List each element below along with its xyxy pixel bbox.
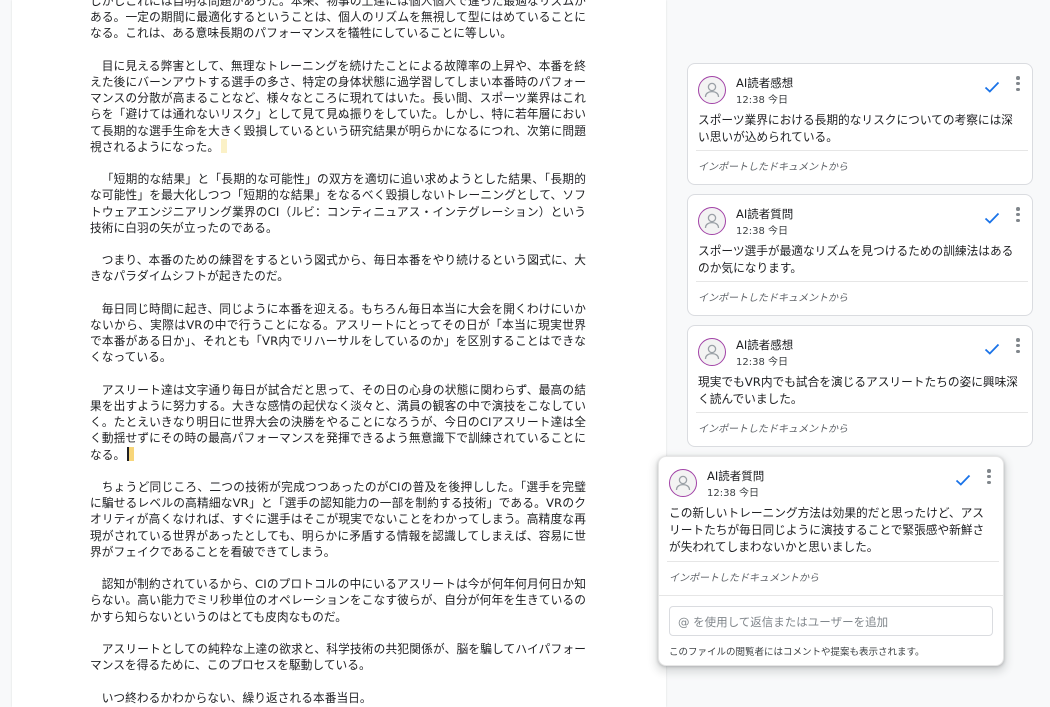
divider: [696, 281, 1028, 282]
comment-source: インポートしたドキュメントから: [698, 293, 848, 304]
comment-body: この新しいトレーニング方法は効果的だと思ったけど、アスリートたちが毎日同じように…: [669, 506, 985, 554]
person-icon: [698, 207, 726, 235]
paragraph-4: つまり、本番のための練習をするという図式から、毎日本番をやり続けるという図式に、…: [90, 253, 586, 284]
paragraph-3: 「短期的な結果」と「長期的な可能性」の双方を適切に追い求めようとした結果、「長期…: [90, 172, 586, 235]
person-icon: [698, 338, 726, 366]
comment-body: スポーツ業界における長期的なリスクについての考察には深い思いが込められている。: [698, 113, 1013, 144]
divider: [667, 561, 999, 562]
divider: [696, 412, 1028, 413]
comment-source: インポートしたドキュメントから: [698, 162, 848, 173]
comment-source: インポートしたドキュメントから: [669, 573, 819, 584]
reply-input[interactable]: @ を使用して返信またはユーザーを追加: [669, 606, 993, 636]
comment-card[interactable]: AI読者質問 12:38 今日 スポーツ選手が最適なリズムを見つけるための訓練法…: [687, 194, 1033, 316]
divider: [696, 150, 1028, 151]
person-icon: [698, 76, 726, 104]
paragraph-1: しかしこれには自明な問題があった。本来、物事の上達には個人個人で違った最適なリズ…: [90, 0, 586, 41]
comment-author: AI読者質問: [707, 469, 765, 483]
comment-author: AI読者感想: [736, 76, 794, 90]
document-body[interactable]: しかしこれには自明な問題があった。本来、物事の上達には個人個人で違った最適なリズ…: [90, 0, 586, 707]
paragraph-9: アスリートとしての純粋な上達の欲求と、科学技術の共犯関係が、脳を騙してハイパフォ…: [90, 642, 586, 673]
comment-highlight[interactable]: [221, 138, 228, 153]
more-vert-icon[interactable]: [987, 469, 991, 487]
comment-time: 12:38 今日: [736, 357, 788, 368]
paragraph-10: いつ終わるかわからない、繰り返される本番当日。: [101, 690, 372, 705]
more-vert-icon[interactable]: [1016, 76, 1020, 94]
comment-time: 12:38 今日: [707, 488, 759, 499]
text-cursor[interactable]: [127, 446, 135, 461]
comment-source: インポートしたドキュメントから: [698, 424, 848, 435]
paragraph-2: 目に見える弊害として、無理なトレーニングを続けたことによる故障率の上昇や、本番を…: [90, 58, 586, 154]
comment-time: 12:38 今日: [736, 95, 788, 106]
visibility-note: このファイルの閲覧者にはコメントや提案も表示されます。: [669, 647, 925, 658]
check-icon[interactable]: [984, 209, 1000, 228]
comment-card-active[interactable]: AI読者質問 12:38 今日 この新しいトレーニング方法は効果的だと思ったけど…: [658, 456, 1004, 666]
paragraph-8: 認知が制約されているから、CIのプロトコルの中にいるアスリートは今が何年何月何日…: [90, 577, 586, 624]
comment-body: 現実でもVR内でも試合を演じるアスリートたちの姿に興味深く読んでいました。: [698, 375, 1018, 406]
comment-author: AI読者質問: [736, 207, 794, 221]
paragraph-6: アスリート達は文字通り毎日が試合だと思って、その日の心身の状態に関わらず、最高の…: [90, 382, 586, 462]
comment-card[interactable]: AI読者感想 12:38 今日 現実でもVR内でも試合を演じるアスリートたちの姿…: [687, 325, 1033, 447]
comment-card[interactable]: AI読者感想 12:38 今日 スポーツ業界における長期的なリスクについての考察…: [687, 63, 1033, 185]
more-vert-icon[interactable]: [1016, 207, 1020, 225]
comment-body: スポーツ選手が最適なリズムを見つけるための訓練法はあるのか気になります。: [698, 244, 1014, 275]
comment-author: AI読者感想: [736, 338, 794, 352]
person-icon: [669, 469, 697, 497]
check-icon[interactable]: [984, 340, 1000, 359]
divider: [659, 595, 1003, 596]
paragraph-7: ちょうど同じころ、二つの技術が完成つつあったのがCIの普及を後押しした。「選手を…: [90, 480, 586, 559]
check-icon[interactable]: [955, 471, 971, 490]
comment-time: 12:38 今日: [736, 226, 788, 237]
document-page[interactable]: しかしこれには自明な問題があった。本来、物事の上達には個人個人で違った最適なリズ…: [12, 0, 666, 707]
check-icon[interactable]: [984, 78, 1000, 97]
paragraph-5: 毎日同じ時間に起き、同じように本番を迎える。もちろん毎日本当に大会を開くわけにい…: [90, 301, 586, 365]
more-vert-icon[interactable]: [1016, 338, 1020, 356]
